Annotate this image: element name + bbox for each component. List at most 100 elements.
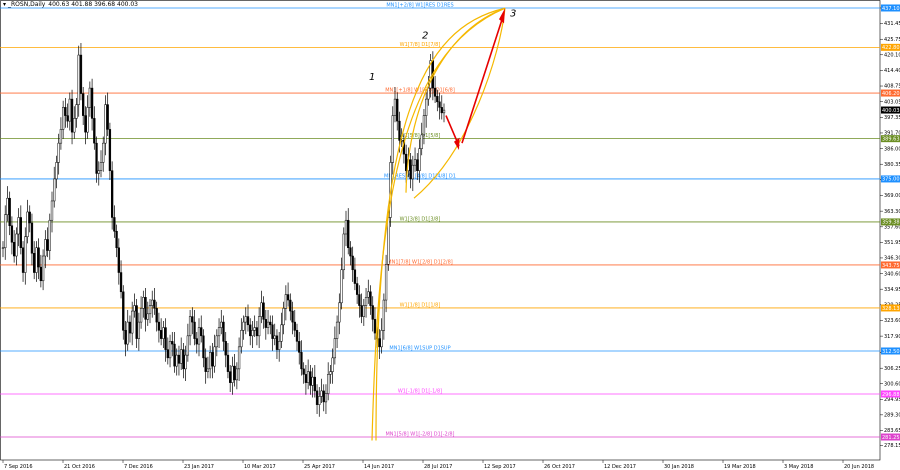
candle-body bbox=[217, 327, 221, 337]
candle-body bbox=[133, 305, 136, 312]
candle-body bbox=[427, 87, 430, 100]
x-tick-label: 26 Oct 2017 bbox=[544, 464, 575, 470]
candle-body bbox=[409, 159, 412, 180]
candle-body bbox=[282, 308, 285, 326]
candle-body bbox=[360, 305, 363, 317]
candle-body bbox=[68, 98, 71, 122]
x-tick-label: 30 Jan 2018 bbox=[664, 464, 694, 470]
candle-body bbox=[264, 319, 267, 328]
candle-body bbox=[269, 321, 272, 326]
level-price-label: 312.50 bbox=[882, 349, 900, 355]
y-tick-label: 386.00 bbox=[884, 146, 900, 152]
candle-body bbox=[57, 142, 60, 163]
candle-body bbox=[93, 118, 96, 144]
x-tick-label: 28 Jul 2017 bbox=[424, 464, 452, 470]
level-label: MN1[6/8] W1SUP D1SUP bbox=[389, 345, 450, 351]
candle-body bbox=[438, 101, 441, 108]
x-tick-label: 3 May 2018 bbox=[784, 464, 813, 470]
candle-body bbox=[135, 305, 138, 339]
candle-body bbox=[220, 321, 223, 328]
chart-window[interactable]: 278.15283.65289.30294.95300.60306.25311.… bbox=[0, 0, 900, 470]
candle-body bbox=[358, 294, 361, 306]
y-tick-label: 414.40 bbox=[884, 68, 900, 74]
candle-body bbox=[433, 87, 437, 97]
x-tick-label: 10 Mar 2017 bbox=[244, 464, 276, 470]
candle-body bbox=[142, 297, 145, 309]
candle-body bbox=[168, 341, 172, 359]
candle-body bbox=[342, 233, 345, 271]
candle-body bbox=[369, 291, 372, 306]
candle-body bbox=[387, 217, 390, 265]
candle-body bbox=[173, 343, 176, 367]
candle-body bbox=[151, 299, 154, 306]
level-price-label: 406.20 bbox=[882, 91, 900, 97]
candle-body bbox=[24, 236, 27, 273]
y-tick-label: 363.30 bbox=[884, 209, 900, 215]
candle-body bbox=[79, 54, 83, 94]
candle-body bbox=[108, 129, 112, 171]
candle-body bbox=[70, 98, 74, 133]
candle-body bbox=[99, 162, 103, 171]
candle-body bbox=[17, 217, 20, 235]
candle-body bbox=[33, 253, 36, 273]
x-tick-label: 25 Apr 2017 bbox=[304, 464, 335, 470]
candle-body bbox=[320, 390, 323, 397]
x-tick-label: 12 Dec 2017 bbox=[604, 464, 636, 470]
candle-body bbox=[12, 242, 16, 257]
candle-body bbox=[50, 200, 54, 221]
candle-body bbox=[418, 148, 421, 171]
candle-body bbox=[340, 269, 343, 304]
level-price-label: 296.88 bbox=[882, 392, 900, 398]
candle-body bbox=[255, 327, 259, 337]
candle-body bbox=[55, 162, 58, 180]
candle-body bbox=[202, 335, 205, 359]
candle-body bbox=[364, 297, 368, 306]
candle-body bbox=[344, 219, 348, 235]
chart-header: ▾ _ROSN,Daily 400.63 401.88 396.68 400.03 bbox=[3, 1, 138, 8]
y-tick-label: 323.60 bbox=[884, 318, 900, 324]
candle-body bbox=[95, 142, 98, 174]
level-price-label: 359.38 bbox=[882, 220, 900, 226]
candle-body bbox=[6, 197, 9, 215]
level-label: W1[1/8] D1[1/8] bbox=[400, 302, 441, 308]
y-tick-label: 317.90 bbox=[884, 334, 900, 340]
x-tick-label: 21 Oct 2016 bbox=[64, 464, 95, 470]
candle-body bbox=[119, 272, 123, 293]
candle-body bbox=[262, 302, 265, 320]
candle-body bbox=[19, 217, 22, 249]
y-tick-label: 403.05 bbox=[884, 99, 900, 105]
candle-body bbox=[155, 308, 158, 323]
candle-body bbox=[59, 129, 63, 144]
price-chart[interactable]: 278.15283.65289.30294.95300.60306.25311.… bbox=[0, 0, 900, 470]
candle-body bbox=[271, 324, 274, 339]
candle-body bbox=[237, 346, 241, 370]
candle-body bbox=[380, 330, 383, 348]
candle-body bbox=[193, 321, 196, 339]
candle-body bbox=[131, 310, 134, 334]
candle-body bbox=[44, 239, 47, 257]
level-price-label: 422.80 bbox=[882, 45, 900, 51]
candle-body bbox=[184, 354, 187, 370]
candle-body bbox=[318, 396, 321, 405]
wave-arc-inner bbox=[405, 7, 506, 193]
candle-body bbox=[48, 219, 51, 251]
y-tick-label: 300.60 bbox=[884, 381, 900, 387]
candle-body bbox=[275, 335, 279, 350]
level-price-label: 437.10 bbox=[882, 6, 900, 12]
candle-body bbox=[420, 134, 423, 149]
candle-body bbox=[37, 247, 40, 268]
candle-body bbox=[353, 269, 357, 284]
y-tick-label: 408.75 bbox=[884, 84, 900, 90]
candle-body bbox=[327, 374, 330, 394]
y-tick-label: 294.95 bbox=[884, 397, 900, 403]
level-label: W1[7/8] D1[7/8] bbox=[400, 42, 441, 48]
candle-body bbox=[8, 197, 11, 226]
candle-body bbox=[324, 393, 328, 403]
candle-body bbox=[21, 247, 25, 273]
candle-body bbox=[66, 115, 69, 122]
candle-body bbox=[213, 346, 216, 367]
candle-body bbox=[26, 211, 29, 237]
candle-body bbox=[378, 338, 381, 348]
candle-body bbox=[351, 255, 354, 271]
candle-body bbox=[322, 390, 325, 403]
